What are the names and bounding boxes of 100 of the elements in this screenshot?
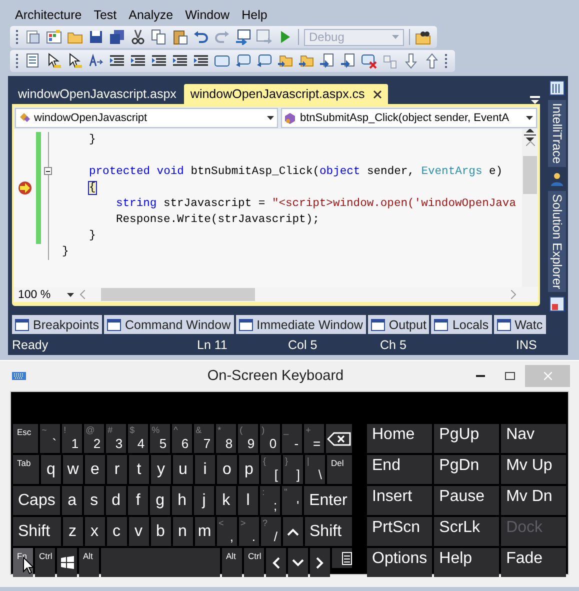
list-icon[interactable] [109,53,125,69]
keyboard-key[interactable]: < , [216,517,236,546]
vertical-scrollbar[interactable] [522,129,538,287]
keyboard-key[interactable]: Alt [222,548,242,577]
keyboard-key[interactable] [288,548,308,577]
keyboard-key[interactable]: } ] [282,455,303,484]
tool-window-tab[interactable]: Watc [494,315,546,334]
binoculars-folder-icon[interactable] [415,29,431,45]
keyboard-key[interactable]: % 5 [150,424,170,453]
keyboard-key[interactable]: Shift [304,517,352,546]
window-icon[interactable] [549,296,565,312]
keyboard-key[interactable]: s [84,486,104,515]
tool-window-tab[interactable]: Breakpoints [12,315,102,334]
keyboard-key[interactable]: @ 2 [84,424,104,453]
close-icon[interactable] [372,90,382,98]
keyboard-key[interactable]: $ 4 [128,424,148,453]
side-tab[interactable]: IntelliTrace [548,100,566,167]
keyboard-key[interactable]: ) 0 [260,424,280,453]
lines-icon[interactable] [193,53,209,69]
window-arrow-icon[interactable] [235,29,251,45]
scroll-thumb[interactable] [101,288,255,301]
up-arrow-icon[interactable] [424,53,440,69]
keyboard-key[interactable] [332,548,352,568]
collapse-toggle[interactable] [44,167,52,175]
keyboard-key[interactable]: PgDn [434,455,500,484]
save-all-icon[interactable] [109,29,125,45]
keyboard-key[interactable]: End [367,455,432,484]
keyboard-key[interactable]: Help [434,548,500,577]
keyboard-key[interactable]: & 7 [194,424,214,453]
keyboard-key[interactable]: p [238,455,259,484]
keyboard-key[interactable]: > . [238,517,258,546]
keyboard-key[interactable] [266,548,286,577]
keyboard-key[interactable]: i [194,455,215,484]
keyboard-key[interactable]: Tab [13,455,39,484]
rectangle-icon[interactable] [214,53,230,69]
split-icon[interactable] [524,129,536,141]
keyboard-key[interactable]: m [194,517,214,546]
member-dropdown[interactable]: btnSubmitAsp_Click(object sender, EventA [281,108,537,128]
keyboard-key[interactable]: k [216,486,236,515]
keyboard-key[interactable] [326,424,352,453]
keyboard-key[interactable]: ^ 6 [172,424,192,453]
keyboard-key[interactable]: l [238,486,258,515]
keyboard-key[interactable]: x [84,517,104,546]
keyboard-key[interactable]: q [40,455,61,484]
keyboard-key[interactable]: w [62,455,83,484]
keyboard-key[interactable]: Esc [13,424,38,453]
menu-item[interactable]: Architecture [9,8,88,22]
keyboard-key[interactable]: y [150,455,171,484]
person-icon[interactable] [549,170,565,187]
outdent-icon[interactable] [130,53,146,69]
keyboard-key[interactable]: Del [326,455,352,484]
keyboard-key[interactable]: Mv Up [501,455,566,484]
keyboard-key[interactable]: PgUp [434,424,500,453]
keyboard-key[interactable] [310,548,330,577]
menu-item[interactable]: Help [236,8,274,22]
keyboard-key[interactable]: Ctrl [35,548,55,577]
tool-window-tab[interactable]: Immediate Window [236,315,366,334]
keyboard-key[interactable]: ~ ` [40,424,60,453]
keyboard-key[interactable]: e [84,455,105,484]
menu-item[interactable]: Analyze [122,8,180,22]
keyboard-key[interactable]: r [106,455,127,484]
keyboard-key[interactable]: ? / [260,517,280,546]
keyboard-key[interactable]: f [128,486,148,515]
keyboard-key[interactable]: j [194,486,214,515]
keyboard-key[interactable]: z [62,517,82,546]
document-arrow-icon[interactable] [319,53,335,69]
keyboard-key[interactable]: n [172,517,192,546]
down-arrow-icon[interactable] [403,53,419,69]
dropdown-icon[interactable] [530,96,540,104]
speech-bubble-icon[interactable] [235,53,251,69]
document-list-icon[interactable] [25,53,41,69]
keyboard-key[interactable]: # 3 [106,424,126,453]
keyboard-key[interactable]: c [106,517,126,546]
keyboard-key[interactable]: " ' [282,486,302,515]
keyboard-key[interactable]: ( 9 [238,424,258,453]
chevron-right-icon[interactable] [511,290,516,299]
menu-item[interactable]: Window [179,8,236,22]
text-arrow-icon[interactable] [88,53,104,69]
keyboard-key[interactable]: Ctrl [244,548,264,577]
speech-bubble-icon[interactable] [256,53,272,69]
type-dropdown[interactable]: windowOpenJavascript [15,108,278,128]
tool-window-tab[interactable]: Command Window [104,315,234,334]
keyboard-key[interactable]: Home [367,424,432,453]
tool-window-tab[interactable]: Output [368,315,430,334]
keyboard-key[interactable]: u [172,455,193,484]
chevron-left-icon[interactable] [80,290,85,299]
window-icon[interactable] [549,80,565,96]
keyboard-key[interactable]: Alt [79,548,99,577]
grid-icon[interactable] [46,29,62,45]
keyboard-key[interactable]: PrtScn [367,517,432,546]
document-tab[interactable]: windowOpenJavascript.aspx.cs [184,84,388,104]
keyboard-key[interactable]: Enter [304,486,352,515]
keyboard-key[interactable]: Pause [434,486,500,515]
keyboard-key[interactable]: ScrLk [434,517,500,546]
clipboard-icon[interactable] [172,29,188,45]
keyboard-key[interactable]: a [62,486,82,515]
folder-arrow-icon[interactable] [298,53,314,69]
keyboard-key[interactable]: h [172,486,192,515]
keyboard-key[interactable]: Fade [501,548,566,577]
pointer-icon[interactable] [67,53,83,69]
